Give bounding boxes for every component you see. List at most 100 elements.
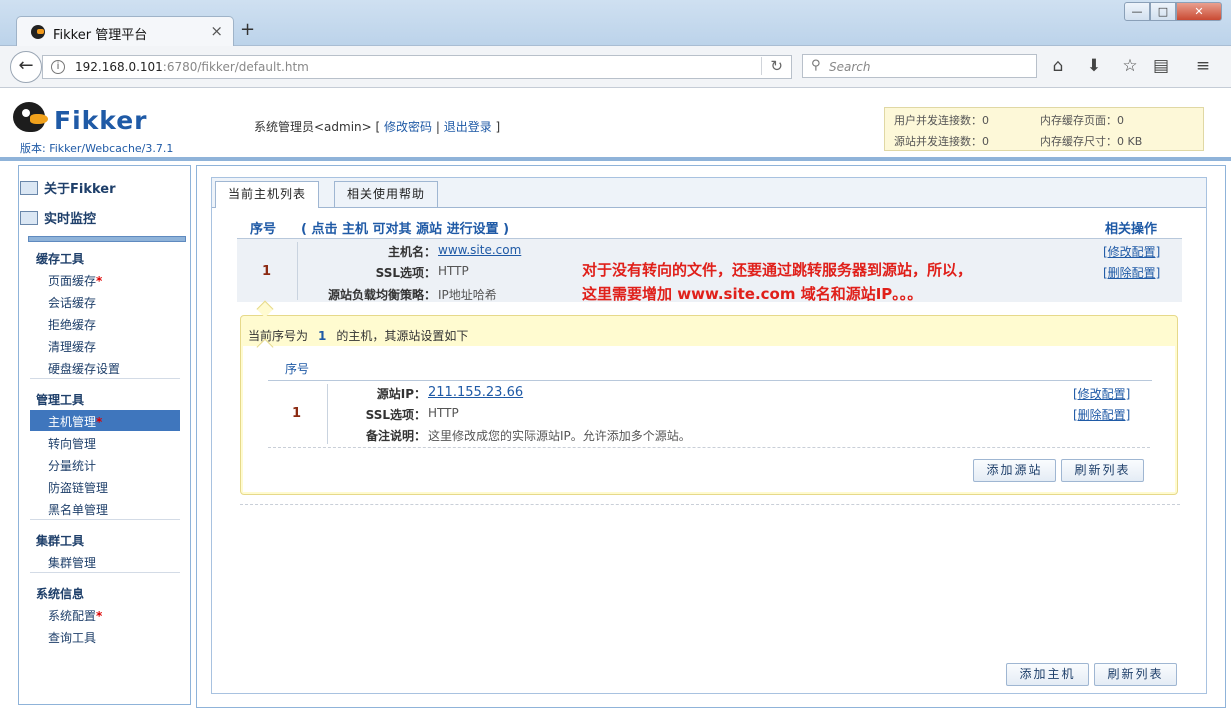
monitor-icon [20,211,38,225]
sidebar-section-cache: 缓存工具 [36,252,85,266]
origin-delete-link[interactable]: [删除配置] [1073,406,1130,423]
sidebar-item-session-cache[interactable]: 会话缓存 [48,294,96,311]
origin-caption-number: 1 [318,329,327,343]
sidebar-section-system: 系统信息 [36,587,85,601]
tabs-underline [212,207,1206,208]
host-index: 1 [262,264,272,279]
origin-ip-link[interactable]: 211.155.23.66 [428,385,523,400]
reload-icon[interactable]: ↻ [761,57,783,75]
row-separator [297,242,298,300]
sidebar-item-redirect[interactable]: 转向管理 [48,435,96,452]
search-input[interactable]: ⚲ Search [802,54,1037,78]
sidebar-bar [28,236,186,242]
sidebar-divider [30,572,180,573]
origin-header-line [268,380,1152,381]
change-password-link[interactable]: 修改密码 [384,120,432,134]
hostname-link[interactable]: www.site.com [438,243,521,257]
tab-help[interactable]: 相关使用帮助 [334,181,439,207]
sidebar-item-reject-cache[interactable]: 拒绝缓存 [48,316,96,333]
origin-ip-label: 源站IP： [376,387,426,401]
search-placeholder: Search [829,60,871,74]
download-icon[interactable]: ⬇ [1083,56,1105,76]
origin-ssl-value: HTTP [428,406,459,420]
origin-dashed-divider [268,447,1150,448]
reading-list-icon[interactable]: ▤ [1150,56,1172,76]
host-delete-link[interactable]: [删除配置] [1103,264,1160,281]
origin-conn-stat: 源站并发连接数：0 [894,135,989,148]
fikker-favicon-icon [31,25,45,39]
header-divider [0,157,1231,161]
hostname-label: 主机名： [387,245,436,259]
sidebar-item-cluster[interactable]: 集群管理 [48,554,96,571]
back-arrow-icon[interactable]: ← [10,51,42,83]
origin-edit-link[interactable]: [修改配置] [1073,385,1130,402]
mem-pages-stat: 内存缓存页面：0 [1040,114,1124,127]
refresh-host-button[interactable]: 刷新列表 [1094,663,1177,686]
tab-close-icon[interactable]: × [210,22,223,40]
sidebar-section-cluster: 集群工具 [36,534,85,548]
new-tab-button[interactable]: + [240,19,255,40]
sidebar [18,165,191,705]
ssl-label: SSL选项： [375,266,436,280]
tab-title: Fikker 管理平台 [53,28,148,43]
version-text: 版本: Fikker/Webcache/3.7.1 [20,142,174,155]
sidebar-section-manage: 管理工具 [36,393,85,407]
bookmark-star-icon[interactable]: ☆ [1119,56,1141,76]
window-minimize-button[interactable]: — [1124,2,1150,21]
sidebar-item-clear-cache[interactable]: 清理缓存 [48,338,96,355]
add-origin-button[interactable]: 添加源站 [973,459,1056,482]
origin-remark-value: 这里修改成您的实际源站IP。允许添加多个源站。 [428,429,691,443]
user-conn-stat: 用户并发连接数：0 [894,114,989,127]
origin-index-header: 序号 [285,362,310,376]
sidebar-item-hotlink[interactable]: 防盗链管理 [48,479,108,496]
annotation-note: 对于没有转向的文件，还要通过跳转服务器到源站，所以， 这里需要增加 www.si… [582,258,972,306]
annotation-line-1: 对于没有转向的文件，还要通过跳转服务器到源站，所以， [582,261,973,279]
sidebar-item-blacklist[interactable]: 黑名单管理 [48,501,108,518]
mem-size-stat: 内存缓存尺寸：0 KB [1040,135,1143,148]
column-index-header: 序号 [250,222,277,237]
admin-label: 系统管理员<admin> [ [254,120,385,134]
sidebar-item-query[interactable]: 查询工具 [48,629,96,646]
fikker-logo-icon [13,102,48,132]
info-icon[interactable]: i [51,60,65,74]
column-ops-header: 相关操作 [1105,222,1158,237]
admin-bar: 系统管理员<admin> [ 修改密码 | 退出登录 ] [254,118,500,135]
browser-tab[interactable]: Fikker 管理平台 × [16,16,234,46]
stats-panel: 用户并发连接数：0 内存缓存页面：0 源站并发连接数：0 内存缓存尺寸：0 KB [884,107,1204,151]
url-bar[interactable]: i 192.168.0.101:6780/fikker/default.htm … [42,55,792,79]
origin-caption: 当前序号为 1 的主机，其源站设置如下 [248,329,469,343]
row-separator [327,384,328,444]
column-hint-header: ( 点击 主机 可对其 源站 进行设置 ) [301,222,510,237]
admin-suffix: ] [491,120,501,134]
url-text: 192.168.0.101:6780/fikker/default.htm [75,60,309,74]
tab-host-list[interactable]: 当前主机列表 [215,181,320,208]
search-icon: ⚲ [811,58,821,73]
add-host-button[interactable]: 添加主机 [1006,663,1089,686]
about-icon [20,181,38,195]
logo-text: Fikker [54,106,148,135]
sidebar-divider [30,378,180,379]
sidebar-item-stats[interactable]: 分量统计 [48,457,96,474]
origin-ssl-label: SSL选项： [365,408,426,422]
menu-icon[interactable]: ≡ [1192,56,1214,76]
sidebar-item-page-cache[interactable]: 页面缓存* [48,272,102,289]
sidebar-divider [30,519,180,520]
window-close-button[interactable]: ✕ [1176,2,1222,21]
sidebar-item-host-manage[interactable]: 主机管理* [48,413,102,430]
annotation-line-2: 这里需要增加 www.site.com 域名和源站IP。。。 [582,285,923,303]
lb-value: IP地址哈希 [438,288,497,302]
origin-index: 1 [292,406,302,421]
refresh-origin-button[interactable]: 刷新列表 [1061,459,1144,482]
origin-remark-label: 备注说明： [365,429,426,443]
lb-label: 源站负载均衡策略： [327,288,436,302]
sidebar-item-disk-cache[interactable]: 硬盘缓存设置 [48,360,120,377]
sidebar-item-system-config[interactable]: 系统配置* [48,607,102,624]
sidebar-item-about[interactable]: 关于Fikker [20,178,116,197]
separator: | [432,120,444,134]
host-dashed-divider [240,504,1180,505]
host-edit-link[interactable]: [修改配置] [1103,243,1160,260]
sidebar-item-monitor[interactable]: 实时监控 [20,208,96,227]
home-icon[interactable]: ⌂ [1047,56,1069,76]
window-maximize-button[interactable]: □ [1150,2,1176,21]
logout-link[interactable]: 退出登录 [444,120,492,134]
